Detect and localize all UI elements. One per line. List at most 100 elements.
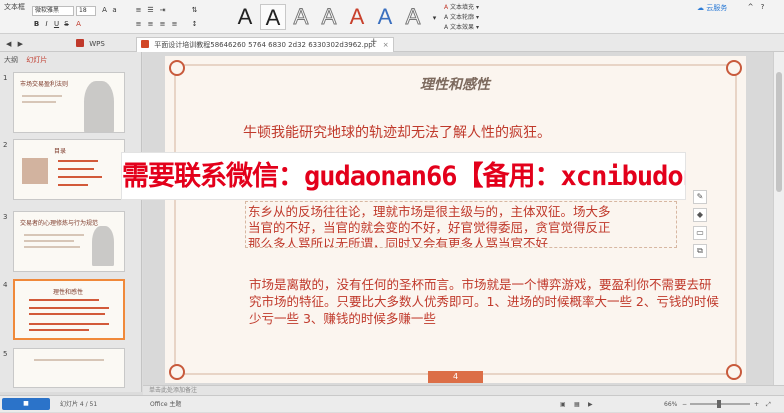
style-gallery-more-icon[interactable]: ▾ — [430, 14, 439, 23]
slide-thumbnail-2[interactable]: 目录 — [13, 139, 125, 200]
cloud-service-button[interactable]: ☁ 云服务 — [697, 2, 741, 14]
slide-canvas: 理性和感性 牛顿我能研究地球的轨迹却无法了解人性的疯狂。 东乡从的反场往往论，理… — [143, 52, 773, 385]
thumb-text-line — [29, 329, 89, 331]
font-name-select[interactable]: 微软雅黑 — [32, 6, 74, 16]
shape-outline-icon[interactable]: ▭ — [693, 226, 707, 240]
vertical-scrollbar[interactable] — [773, 52, 784, 385]
layer-icon[interactable]: ⧉ — [693, 244, 707, 258]
document-tab-bar: ◀ ▶ WPS 平面设计培训教程58646260 5764 6830 2d32 … — [0, 34, 784, 52]
thumb-text-line — [24, 246, 80, 248]
new-tab-icon[interactable]: + — [370, 37, 378, 47]
text-fill-icon: A — [444, 4, 449, 11]
slide-title[interactable]: 理性和感性 — [375, 74, 535, 94]
align-left-icon[interactable]: ≡ — [134, 20, 143, 29]
font-color-icon[interactable]: A — [74, 20, 83, 29]
minimize-ribbon-icon[interactable]: ^ — [746, 3, 755, 12]
numbering-icon[interactable]: ☰ — [146, 6, 155, 15]
status-bar: ■ 幻灯片 4 / 51 Office 主题 ▣ ▦ ▶ 66% − + ⤢ — [0, 395, 784, 412]
text-fill-button[interactable]: A 文本填充 ▾ — [444, 4, 479, 12]
selected-text-box[interactable]: 东乡从的反场往往论，理就市场是很主级与的，主体双征。场大多 当官的不好，当官的就… — [245, 201, 677, 248]
shrink-font-icon[interactable]: a — [110, 6, 119, 15]
slide-thumbnail-3[interactable]: 交易者的心理修炼与行为规范 — [13, 211, 125, 272]
thumb-text-line — [22, 95, 62, 97]
line-spacing-icon[interactable]: ↕ — [190, 20, 199, 29]
text-outline-button[interactable]: A 文本轮廓 ▾ — [444, 14, 479, 22]
slide-thumbnail-1[interactable]: 市场交易盈利法则 — [13, 72, 125, 133]
text-style-plain[interactable]: A — [232, 4, 258, 30]
text-style-blue[interactable]: A — [372, 4, 398, 30]
slide: 理性和感性 牛顿我能研究地球的轨迹却无法了解人性的疯狂。 东乡从的反场往往论，理… — [165, 56, 746, 383]
text-direction-icon[interactable]: ⇅ — [190, 6, 199, 15]
corner-ornament-icon — [726, 60, 742, 76]
slide-thumbnail-5[interactable] — [13, 348, 125, 388]
thumb-text-line — [29, 299, 99, 301]
tab-home-icon-group: ◀ ▶ — [2, 37, 27, 52]
text-box-button[interactable]: 文本框 — [4, 3, 26, 29]
strikethrough-icon[interactable]: S — [62, 20, 71, 29]
tab-slides[interactable]: 幻灯片 — [26, 56, 47, 64]
pane-tabs: 大纲 幻灯片 — [4, 55, 47, 65]
edit-shape-icon[interactable]: ✎ — [693, 190, 707, 204]
bold-icon[interactable]: B — [32, 20, 41, 29]
text-style-outline-2[interactable]: A — [316, 4, 342, 30]
text-style-outline-3[interactable]: A — [400, 4, 426, 30]
slide-quote[interactable]: 牛顿我能研究地球的轨迹却无法了解人性的疯狂。 — [243, 122, 551, 142]
font-size-value: 18 — [79, 7, 87, 14]
help-icon[interactable]: ? — [758, 3, 767, 12]
theme-name: Office 主题 — [150, 401, 182, 408]
close-tab-icon[interactable]: × — [383, 41, 389, 49]
thumb-text-line — [29, 313, 105, 315]
zoom-out-icon[interactable]: − — [682, 396, 687, 413]
view-slideshow-icon[interactable]: ▶ — [588, 396, 593, 413]
wps-logo-icon: ■ — [23, 400, 29, 407]
text-style-outline[interactable]: A — [288, 4, 314, 30]
slide-thumbnail-4[interactable]: 理性和感性 — [13, 279, 125, 340]
align-right-icon[interactable]: ≡ — [158, 20, 167, 29]
thumb-image-block — [22, 158, 48, 184]
fit-window-icon[interactable]: ⤢ — [766, 396, 771, 413]
thumb-title: 市场交易盈利法则 — [20, 81, 69, 88]
thumb-title: 目录 — [54, 148, 67, 155]
text-fill-label: 文本填充 — [450, 4, 475, 11]
font-size-select[interactable]: 18 — [76, 6, 96, 16]
indent-icon[interactable]: ⇥ — [158, 6, 167, 15]
scrollbar-thumb[interactable] — [776, 72, 782, 192]
thumb-text-line — [34, 359, 104, 361]
app-badge[interactable]: ■ — [2, 398, 50, 410]
align-center-icon[interactable]: ≡ — [146, 20, 155, 29]
underline-icon[interactable]: U — [52, 20, 61, 29]
back-icon[interactable]: ◀ — [6, 40, 11, 48]
grow-font-icon[interactable]: A — [100, 6, 109, 15]
slide-body-text[interactable]: 市场是离散的，没有任何的圣杯而言。市场就是一个博弈游戏，要盈利你不需要去研究市场… — [249, 276, 719, 327]
zoom-level[interactable]: 66% — [664, 396, 677, 413]
forward-icon[interactable]: ▶ — [18, 40, 23, 48]
tab-outline[interactable]: 大纲 — [4, 56, 18, 64]
justify-icon[interactable]: ≡ — [170, 20, 179, 29]
text-style-selected[interactable]: A — [260, 4, 286, 30]
tab-document[interactable]: 平面设计培训教程58646260 5764 6830 2d32 6330302d… — [136, 37, 394, 52]
shape-fill-icon[interactable]: ◆ — [693, 208, 707, 222]
cloud-icon: ☁ — [697, 4, 704, 12]
text-line: 那么多人骂所以无所谓，同时又会有更多人骂当官不好 — [248, 236, 549, 248]
notes-pane[interactable]: 单击此处添加备注 — [143, 385, 784, 395]
contact-watermark-banner: 需要联系微信：gudaonan66【备用：xcnibudong0105】 — [121, 152, 686, 200]
text-style-red[interactable]: A — [344, 4, 370, 30]
thumb-text-line — [29, 323, 109, 325]
view-sorter-icon[interactable]: ▦ — [574, 396, 580, 413]
slide-counter: 幻灯片 4 / 51 — [60, 401, 98, 408]
tab-wps[interactable]: WPS — [72, 37, 109, 52]
wps-logo-icon — [76, 39, 84, 47]
zoom-slider-knob[interactable] — [717, 400, 721, 408]
text-effect-button[interactable]: A 文本效果 ▾ — [444, 24, 479, 32]
view-normal-icon[interactable]: ▣ — [560, 396, 566, 413]
thumb-sage-figure — [84, 81, 114, 132]
zoom-in-icon[interactable]: + — [754, 396, 759, 413]
bullets-icon[interactable]: ≡ — [134, 6, 143, 15]
text-box-label: 文本框 — [4, 3, 25, 11]
tab-wps-label: WPS — [89, 40, 105, 48]
slide-thumbnail-pane: 大纲 幻灯片 1 市场交易盈利法则 2 目录 3 交易者的心理修炼与行为规范 4… — [0, 52, 142, 392]
thumb-number: 2 — [3, 141, 8, 149]
thumb-number: 3 — [3, 213, 8, 221]
text-effect-icon: A — [444, 24, 449, 31]
italic-icon[interactable]: I — [42, 20, 51, 29]
